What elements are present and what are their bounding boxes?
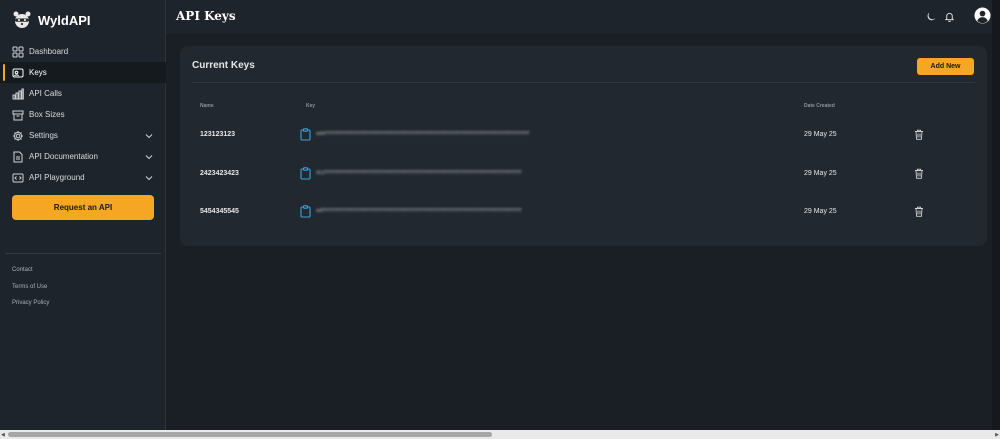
box-icon <box>12 109 24 121</box>
key-name: 123123123 <box>200 131 236 138</box>
sidebar-item-settings[interactable]: Settings <box>0 125 166 146</box>
document-icon <box>12 151 24 163</box>
key-name: 2423423423 <box>200 170 239 177</box>
card-title: Current Keys <box>192 60 255 71</box>
scrollbar-thumb[interactable] <box>8 432 492 437</box>
scroll-left-arrow-icon[interactable]: ◀ <box>1 432 5 438</box>
sidebar-divider <box>5 253 161 254</box>
sidebar-item-label: Dashboard <box>29 47 69 56</box>
api-key-value: d11fffffffffffffffffffffffffffffffffffff… <box>316 170 522 176</box>
request-api-button[interactable]: Request an API <box>12 195 154 220</box>
raccoon-logo-icon <box>13 11 31 28</box>
clipboard-icon[interactable] <box>300 167 311 180</box>
code-icon <box>12 172 24 184</box>
bar-chart-icon <box>12 88 24 100</box>
sidebar-item-box-sizes[interactable]: Box Sizes <box>0 104 166 125</box>
key-card-icon <box>12 67 24 79</box>
sidebar-item-label: API Documentation <box>29 152 98 161</box>
sidebar-item-label: Settings <box>29 131 58 140</box>
column-header-name: Name <box>200 103 214 109</box>
sidebar: WyldAPI Dashboard Keys API Calls Box Siz… <box>0 0 166 430</box>
brand[interactable]: WyldAPI <box>12 10 91 30</box>
chevron-down-icon <box>144 152 154 162</box>
card-divider <box>192 82 975 83</box>
footer-link-contact[interactable]: Contact <box>12 265 49 282</box>
bell-icon[interactable] <box>944 11 955 22</box>
current-keys-card: Current Keys Add New Name Key Date Creat… <box>180 46 987 246</box>
table-row: 123123123 ed4fffffffffffffffffffffffffff… <box>180 123 987 147</box>
footer-link-privacy[interactable]: Privacy Policy <box>12 298 49 315</box>
sidebar-item-keys[interactable]: Keys <box>0 62 166 83</box>
column-header-key: Key <box>306 103 316 109</box>
add-new-button[interactable]: Add New <box>917 58 974 75</box>
key-name: 5454345545 <box>200 208 239 215</box>
scroll-right-arrow-icon[interactable]: ▶ <box>995 432 999 438</box>
sidebar-item-label: API Calls <box>29 89 62 98</box>
table-row: 5454345545 edfffffffffffffffffffffffffff… <box>180 200 987 224</box>
key-date: 29 May 25 <box>804 131 837 138</box>
sidebar-footer-links: Contact Terms of Use Privacy Policy <box>12 265 49 315</box>
sidebar-item-label: Box Sizes <box>29 110 65 119</box>
trash-icon[interactable] <box>914 168 924 179</box>
sidebar-nav: Dashboard Keys API Calls Box Sizes Setti… <box>0 41 166 188</box>
chevron-down-icon <box>144 173 154 183</box>
vertical-scrollbar[interactable] <box>992 0 1000 430</box>
brand-name: WyldAPI <box>38 12 91 28</box>
trash-icon[interactable] <box>914 206 924 217</box>
sidebar-item-api-calls[interactable]: API Calls <box>0 83 166 104</box>
sidebar-item-label: API Playground <box>29 173 85 182</box>
top-bar: API Keys <box>166 0 1000 34</box>
horizontal-scrollbar[interactable]: ◀ ▶ <box>0 430 1000 439</box>
sidebar-item-dashboard[interactable]: Dashboard <box>0 41 166 62</box>
key-date: 29 May 25 <box>804 208 837 215</box>
api-key-value: edffffffffffffffffffffffffffffffffffffff… <box>316 208 522 214</box>
gear-icon <box>12 130 24 142</box>
chevron-down-icon <box>144 131 154 141</box>
clipboard-icon[interactable] <box>300 128 311 141</box>
table-row: 2423423423 d11ffffffffffffffffffffffffff… <box>180 162 987 186</box>
trash-icon[interactable] <box>914 129 924 140</box>
grid-icon <box>12 46 24 58</box>
footer-link-terms[interactable]: Terms of Use <box>12 282 49 299</box>
key-date: 29 May 25 <box>804 170 837 177</box>
sidebar-item-label: Keys <box>29 68 47 77</box>
api-key-value: ed4fffffffffffffffffffffffffffffffffffff… <box>316 131 530 137</box>
sidebar-item-api-documentation[interactable]: API Documentation <box>0 146 166 167</box>
column-header-date: Date Created <box>804 103 835 109</box>
clipboard-icon[interactable] <box>300 205 311 218</box>
moon-icon[interactable] <box>926 11 937 22</box>
sidebar-item-api-playground[interactable]: API Playground <box>0 167 166 188</box>
user-avatar-icon[interactable] <box>974 7 991 24</box>
page-title: API Keys <box>176 9 236 23</box>
